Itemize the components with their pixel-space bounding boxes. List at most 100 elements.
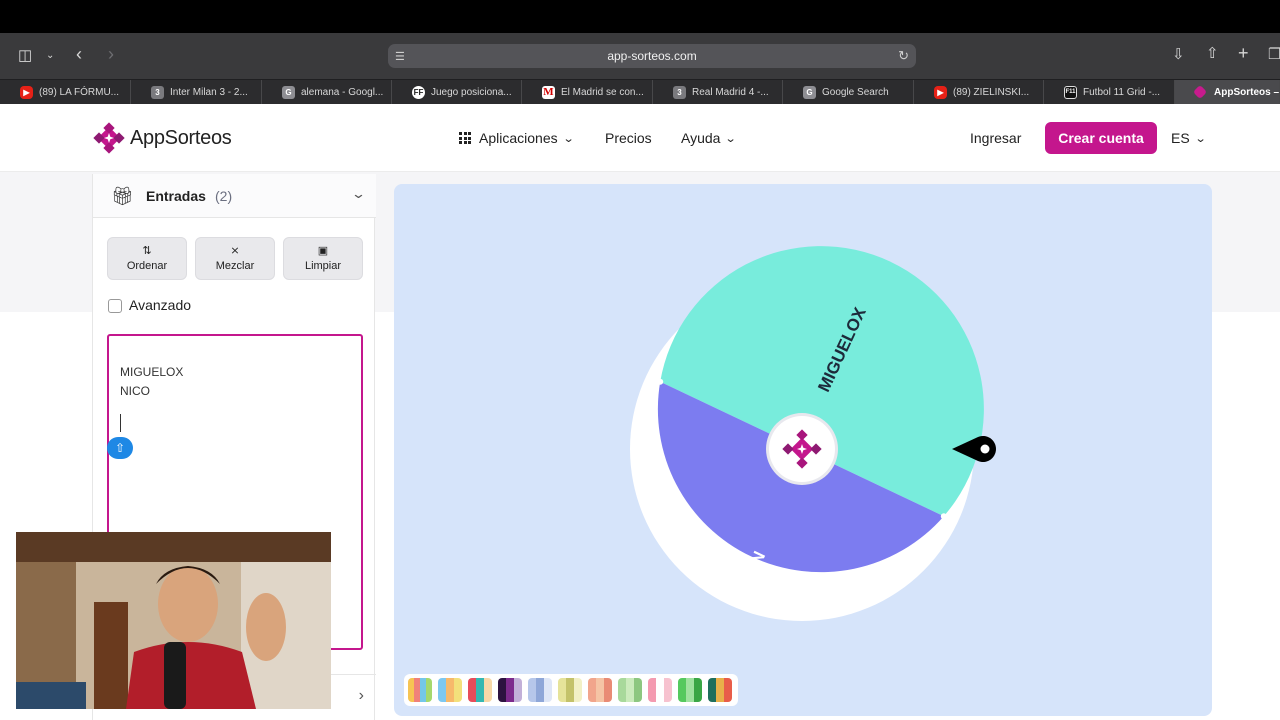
browser-tab[interactable]: M El Madrid se con... [522, 80, 653, 104]
theme-swatch[interactable] [438, 678, 462, 702]
tab-label: Google Search [822, 86, 889, 98]
tab-favicon-icon: 3 [673, 85, 686, 99]
tab-label: Juego posiciona... [431, 86, 512, 98]
entries-title: Entradas [146, 188, 206, 204]
grid-icon [459, 132, 471, 144]
webcam-overlay [16, 532, 331, 709]
browser-tab[interactable]: G Google Search [783, 80, 914, 104]
spin-wheel[interactable]: MIGUELOX NICO [394, 184, 1212, 716]
color-theme-palette [404, 674, 738, 706]
theme-swatch[interactable] [588, 678, 612, 702]
forward-icon[interactable]: › [108, 45, 114, 63]
browser-tab[interactable]: 3 Inter Milan 3 - 2... [131, 80, 262, 104]
gift-icon: 🎁︎ [111, 186, 134, 206]
download-icon[interactable]: ⇩ [1172, 47, 1185, 63]
webcam-video-frame [16, 532, 331, 709]
sort-label: Ordenar [126, 260, 168, 272]
brand-name: AppSorteos [130, 126, 232, 149]
tab-label: (89) ZIELINSKI... [953, 86, 1030, 98]
tab-favicon-icon: F11 [1064, 85, 1077, 99]
theme-swatch[interactable] [618, 678, 642, 702]
browser-tab[interactable]: FF Juego posiciona... [392, 80, 522, 104]
tab-label: Real Madrid 4 -... [692, 86, 769, 98]
browser-tab[interactable]: 3 Real Madrid 4 -... [653, 80, 783, 104]
youtube-icon: ▶ [20, 85, 33, 99]
text-cursor [120, 414, 121, 432]
nav-apps[interactable]: Aplicaciones ⌄ [459, 130, 575, 146]
browser-tab[interactable]: ▶ (89) ZIELINSKI... [914, 80, 1044, 104]
address-bar[interactable]: ☰ app-sorteos.com ↻ [388, 44, 916, 68]
theme-swatch[interactable] [708, 678, 732, 702]
brand-logo[interactable]: AppSorteos [92, 121, 232, 155]
sort-icon: ⇅ [142, 245, 152, 257]
appsorteos-logo-icon [93, 122, 125, 154]
marca-icon: M [542, 85, 555, 99]
tab-label: (89) LA FÓRMU... [39, 86, 120, 98]
theme-swatch[interactable] [678, 678, 702, 702]
theme-swatch[interactable] [468, 678, 492, 702]
new-tab-icon[interactable]: + [1238, 44, 1249, 62]
clear-button[interactable]: ▣ Limpiar [283, 237, 363, 280]
chevron-down-icon: ⌄ [725, 132, 738, 145]
tab-favicon-icon: FF [412, 85, 425, 99]
tab-favicon-icon: 3 [151, 85, 164, 99]
entries-header[interactable]: 🎁︎ Entradas (2) ⌄ [93, 174, 376, 218]
shuffle-label: Mezclar [215, 260, 255, 272]
browser-tab[interactable]: F11 Futbol 11 Grid -... [1044, 80, 1175, 104]
tab-label: alemana - Googl... [301, 86, 384, 98]
reload-icon[interactable]: ↻ [898, 48, 909, 64]
entries-count: (2) [215, 188, 233, 204]
theme-swatch[interactable] [498, 678, 522, 702]
theme-swatch[interactable] [558, 678, 582, 702]
tab-label: Futbol 11 Grid -... [1083, 86, 1161, 98]
tab-label: El Madrid se con... [561, 86, 644, 98]
nav-help-label: Ayuda [681, 130, 721, 146]
shuffle-icon: ⨯ [230, 245, 240, 257]
appsorteos-icon [1192, 84, 1208, 100]
google-icon: G [803, 85, 816, 99]
theme-swatch[interactable] [528, 678, 552, 702]
shift-key-icon: ⇧ [107, 437, 133, 459]
youtube-icon: ▶ [934, 85, 947, 99]
advanced-label: Avanzado [129, 297, 192, 313]
theme-swatch[interactable] [648, 678, 672, 702]
sidebar-toggle-icon[interactable]: ◫ [18, 48, 32, 64]
language-selector[interactable]: ES ⌄ [1171, 130, 1207, 146]
google-icon: G [282, 85, 295, 99]
site-header: AppSorteos Aplicaciones ⌄ Precios Ayuda … [0, 104, 1280, 172]
screen-top-bar [0, 0, 1280, 33]
chevron-down-icon: ⌄ [562, 132, 575, 145]
theme-swatch[interactable] [408, 678, 432, 702]
segment-dot [940, 513, 947, 520]
chevron-down-icon[interactable]: ⌄ [46, 48, 54, 64]
chevron-down-icon[interactable]: ⌄ [351, 186, 366, 202]
tab-overview-icon[interactable]: ❐ [1268, 47, 1280, 63]
back-icon[interactable]: ‹ [76, 45, 82, 63]
chevron-down-icon: ⌄ [1194, 132, 1207, 145]
entry-line: NICO [120, 384, 150, 398]
wheel-area: MIGUELOX NICO [394, 184, 1212, 716]
login-link[interactable]: Ingresar [970, 130, 1021, 146]
segment-dot [657, 378, 664, 385]
wheel-center-hub[interactable] [766, 413, 838, 485]
clear-label: Limpiar [304, 260, 342, 272]
sort-button[interactable]: ⇅ Ordenar [107, 237, 187, 280]
tab-strip: ▶ (89) LA FÓRMU... 3 Inter Milan 3 - 2... … [0, 79, 1280, 104]
nav-apps-label: Aplicaciones [479, 130, 558, 146]
advanced-checkbox[interactable] [108, 299, 122, 313]
browser-tab[interactable]: Galemana - Googl... [262, 80, 392, 104]
tab-label: Inter Milan 3 - 2... [170, 86, 248, 98]
entry-line: MIGUELOX [120, 365, 184, 379]
browser-tab[interactable]: ▶ (89) LA FÓRMU... [0, 80, 131, 104]
tab-label: AppSorteos – I [1214, 86, 1280, 98]
language-label: ES [1171, 130, 1190, 146]
trash-icon: ▣ [317, 245, 329, 257]
nav-prices[interactable]: Precios [605, 130, 652, 146]
browser-tab-active[interactable]: AppSorteos – I [1175, 80, 1280, 104]
shuffle-button[interactable]: ⨯ Mezclar [195, 237, 275, 280]
signup-button[interactable]: Crear cuenta [1045, 122, 1157, 154]
share-icon[interactable]: ⇧ [1206, 46, 1219, 62]
nav-help[interactable]: Ayuda ⌄ [681, 130, 738, 146]
url-text: app-sorteos.com [607, 49, 697, 63]
chevron-right-icon[interactable]: › [359, 687, 364, 705]
